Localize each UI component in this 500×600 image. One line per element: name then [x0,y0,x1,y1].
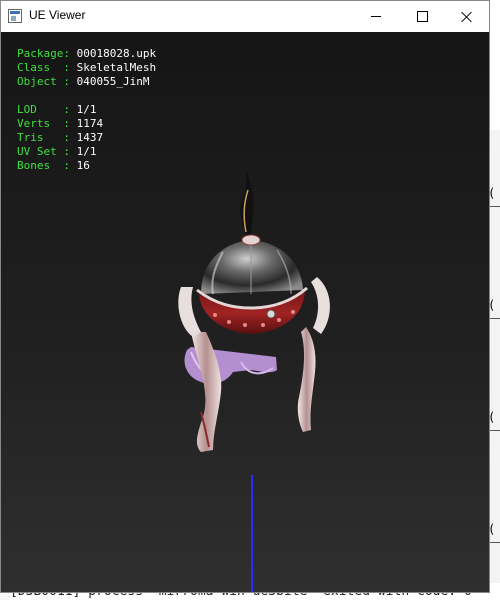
minimize-button[interactable] [353,1,399,32]
window-title: UE Viewer [29,8,86,22]
ue-viewer-window[interactable]: UE Viewer Package: 00018028.upk Class : … [0,0,490,593]
title-bar[interactable]: UE Viewer [1,1,489,32]
close-button[interactable] [444,1,490,32]
maximize-button[interactable] [399,1,445,32]
app-window-icon[interactable] [8,9,22,23]
3d-viewport[interactable]: Package: 00018028.upk Class : SkeletalMe… [1,32,489,592]
minimize-icon [371,16,381,17]
helmet-mesh-render[interactable] [1,32,489,592]
maximize-icon [416,11,428,22]
close-icon [461,11,473,23]
axis-line [251,475,253,592]
